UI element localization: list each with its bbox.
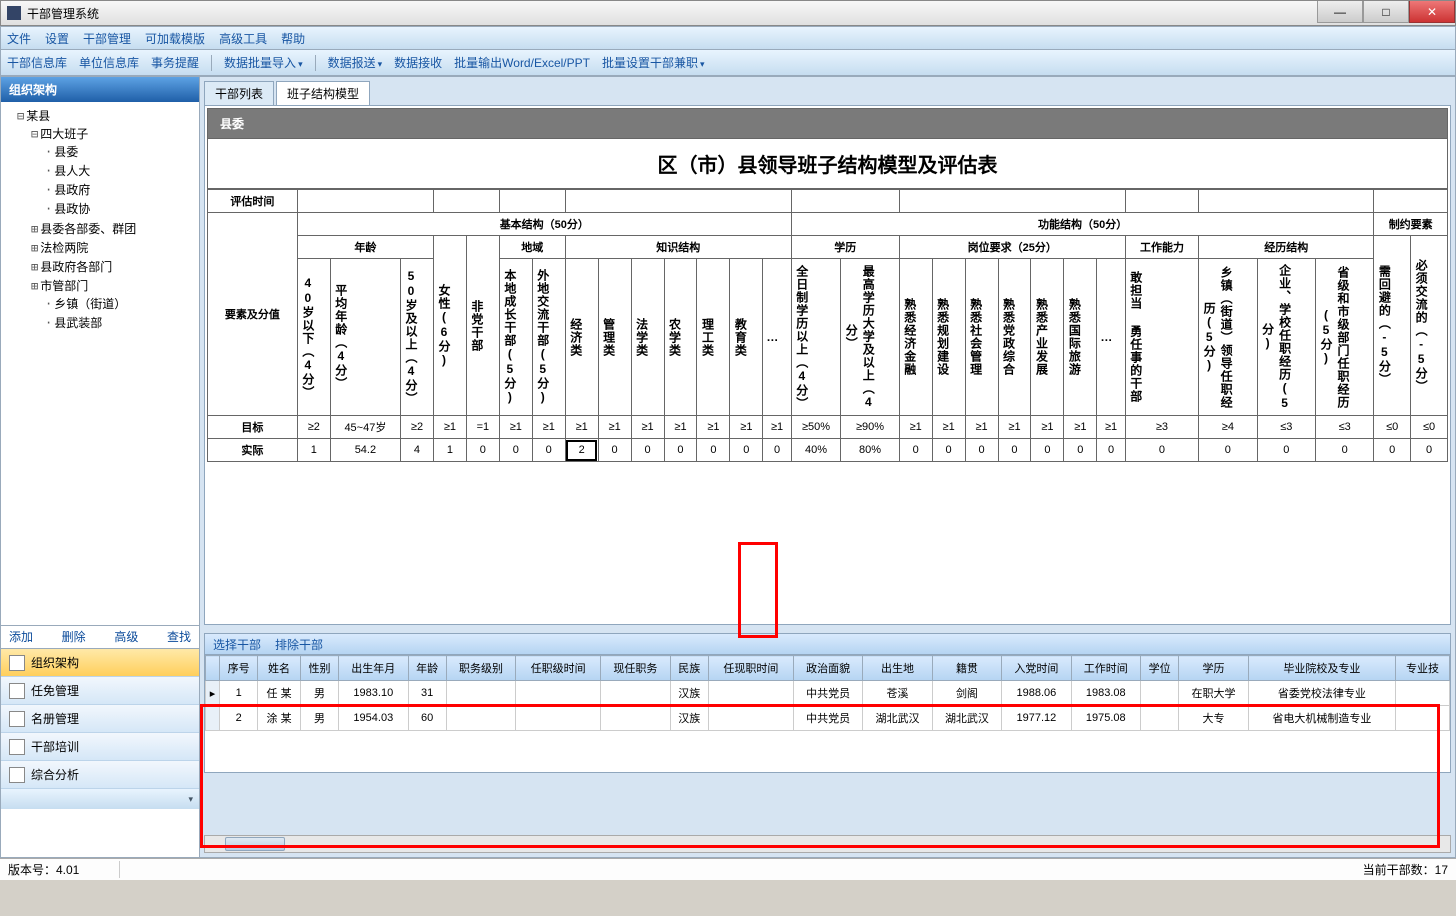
col-职务级别[interactable]: 职务级别 <box>446 656 515 681</box>
tab-list[interactable]: 干部列表 <box>204 81 274 105</box>
col-任职级时间[interactable]: 任职级时间 <box>516 656 601 681</box>
tool-批量输出Word/Excel/PPT[interactable]: 批量输出Word/Excel/PPT <box>454 54 590 71</box>
tab-model[interactable]: 班子结构模型 <box>276 81 370 105</box>
col-民族[interactable]: 民族 <box>670 656 708 681</box>
nav-综合分析[interactable]: 综合分析 <box>1 761 199 789</box>
table-row[interactable]: 2涂 某男1954.0360汉族中共党员湖北武汉湖北武汉1977.121975.… <box>206 706 1450 731</box>
tool-批量设置干部兼职[interactable]: 批量设置干部兼职 <box>602 54 705 71</box>
panel-header: 县委 <box>207 108 1448 139</box>
eval-table: 评估时间 要素及分值 基本结构（50分） 功能结构（50分） 制约要素 年龄 女… <box>207 189 1448 462</box>
col-工作时间[interactable]: 工作时间 <box>1071 656 1140 681</box>
col-学位[interactable]: 学位 <box>1141 656 1179 681</box>
col-姓名[interactable]: 姓名 <box>258 656 301 681</box>
app-icon <box>7 6 21 20</box>
nav-icon <box>9 767 25 783</box>
nav-名册管理[interactable]: 名册管理 <box>1 705 199 733</box>
statusbar: 版本号：4.01 当前干部数：17 <box>0 858 1456 880</box>
sidebar-strip: ▾ <box>1 789 199 809</box>
nav-任免管理[interactable]: 任免管理 <box>1 677 199 705</box>
row-header: 要素及分值 <box>208 213 298 416</box>
table-row[interactable]: ▸1任 某男1983.1031汉族中共党员苍溪剑阁1988.061983.08在… <box>206 681 1450 706</box>
tool-单位信息库[interactable]: 单位信息库 <box>79 54 139 71</box>
nav-icon <box>9 683 25 699</box>
add-link[interactable]: 添加 <box>9 628 33 646</box>
main-panel: 干部列表 班子结构模型 县委 区（市）县领导班子结构模型及评估表 评估时间 要素… <box>200 76 1456 858</box>
col-政治面貌[interactable]: 政治面貌 <box>793 656 862 681</box>
col-任现职时间[interactable]: 任现职时间 <box>708 656 793 681</box>
menu-设置[interactable]: 设置 <box>45 30 69 47</box>
col-出生年月[interactable]: 出生年月 <box>339 656 408 681</box>
nav-组织架构[interactable]: 组织架构 <box>1 649 199 677</box>
menu-文件[interactable]: 文件 <box>7 30 31 47</box>
sidebar-nav: 组织架构任免管理名册管理干部培训综合分析 <box>1 648 199 789</box>
tool-数据报送[interactable]: 数据报送 <box>328 54 383 71</box>
sidebar: 组织架构 ⊟某县 ⊟四大班子 ·县委·县人大·县政府·县政协 ⊞县委各部委、群团… <box>0 76 200 858</box>
eval-time-label: 评估时间 <box>208 190 298 213</box>
hscrollbar[interactable] <box>204 835 1451 853</box>
advanced-link[interactable]: 高级 <box>114 628 138 646</box>
col-年龄[interactable]: 年龄 <box>408 656 446 681</box>
tree-县政协[interactable]: ·县政协 <box>45 199 197 218</box>
maximize-button[interactable]: □ <box>1363 1 1409 23</box>
version-label: 版本号：4.01 <box>8 861 120 878</box>
panel-title: 区（市）县领导班子结构模型及评估表 <box>207 139 1448 189</box>
sidebar-title: 组织架构 <box>1 77 199 102</box>
count-label: 当前干部数：17 <box>1363 861 1448 878</box>
window-title: 干部管理系统 <box>27 5 99 22</box>
col-序号[interactable]: 序号 <box>220 656 258 681</box>
lower-panel: 选择干部 排除干部 序号姓名性别出生年月年龄职务级别任职级时间现任职务民族任现职… <box>204 633 1451 835</box>
cadre-grid[interactable]: 序号姓名性别出生年月年龄职务级别任职级时间现任职务民族任现职时间政治面貌出生地籍… <box>204 655 1451 773</box>
tool-数据接收[interactable]: 数据接收 <box>394 54 442 71</box>
strip-down-icon[interactable]: ▾ <box>188 794 193 805</box>
col-现任职务[interactable]: 现任职务 <box>601 656 670 681</box>
menu-干部管理[interactable]: 干部管理 <box>83 30 131 47</box>
nav-icon <box>9 711 25 727</box>
tree-县武装部[interactable]: ·县武装部 <box>45 313 197 332</box>
exclude-cadre[interactable]: 排除干部 <box>275 636 323 653</box>
sidebar-actions: 添加 删除 高级 查找 <box>1 626 199 648</box>
menu-高级工具[interactable]: 高级工具 <box>219 30 267 47</box>
tool-数据批量导入[interactable]: 数据批量导入 <box>224 54 303 71</box>
menubar: 文件设置干部管理可加载模版高级工具帮助 <box>0 26 1456 50</box>
tree-县政府[interactable]: ·县政府 <box>45 180 197 199</box>
org-tree[interactable]: ⊟某县 ⊟四大班子 ·县委·县人大·县政府·县政协 ⊞县委各部委、群团 ⊞法检两… <box>1 102 199 626</box>
toolbar: 干部信息库单位信息库事务提醒 数据批量导入 数据报送数据接收批量输出Word/Exc… <box>0 50 1456 76</box>
nav-icon <box>9 739 25 755</box>
nav-干部培训[interactable]: 干部培训 <box>1 733 199 761</box>
col-专业技[interactable]: 专业技 <box>1396 656 1450 681</box>
titlebar: 干部管理系统 — □ ✕ <box>0 0 1456 26</box>
select-cadre[interactable]: 选择干部 <box>213 636 261 653</box>
tree-乡镇（街道）[interactable]: ·乡镇（街道） <box>45 294 197 313</box>
col-毕业院校及专业[interactable]: 毕业院校及专业 <box>1248 656 1395 681</box>
minimize-button[interactable]: — <box>1317 1 1363 23</box>
delete-link[interactable]: 删除 <box>62 628 86 646</box>
tool-事务提醒[interactable]: 事务提醒 <box>151 54 199 71</box>
col-学历[interactable]: 学历 <box>1179 656 1248 681</box>
menu-可加载模版[interactable]: 可加载模版 <box>145 30 205 47</box>
col-出生地[interactable]: 出生地 <box>863 656 932 681</box>
model-panel: 县委 区（市）县领导班子结构模型及评估表 评估时间 要素及分值 基本结构（50分… <box>204 105 1451 625</box>
col-性别[interactable]: 性别 <box>300 656 338 681</box>
lower-toolbar: 选择干部 排除干部 <box>204 633 1451 655</box>
tree-县人大[interactable]: ·县人大 <box>45 161 197 180</box>
nav-icon <box>9 655 25 671</box>
col-入党时间[interactable]: 入党时间 <box>1002 656 1071 681</box>
find-link[interactable]: 查找 <box>167 628 191 646</box>
tree-县委[interactable]: ·县委 <box>45 142 197 161</box>
tool-干部信息库[interactable]: 干部信息库 <box>7 54 67 71</box>
col-籍贯[interactable]: 籍贯 <box>932 656 1001 681</box>
close-button[interactable]: ✕ <box>1409 1 1455 23</box>
menu-帮助[interactable]: 帮助 <box>281 30 305 47</box>
